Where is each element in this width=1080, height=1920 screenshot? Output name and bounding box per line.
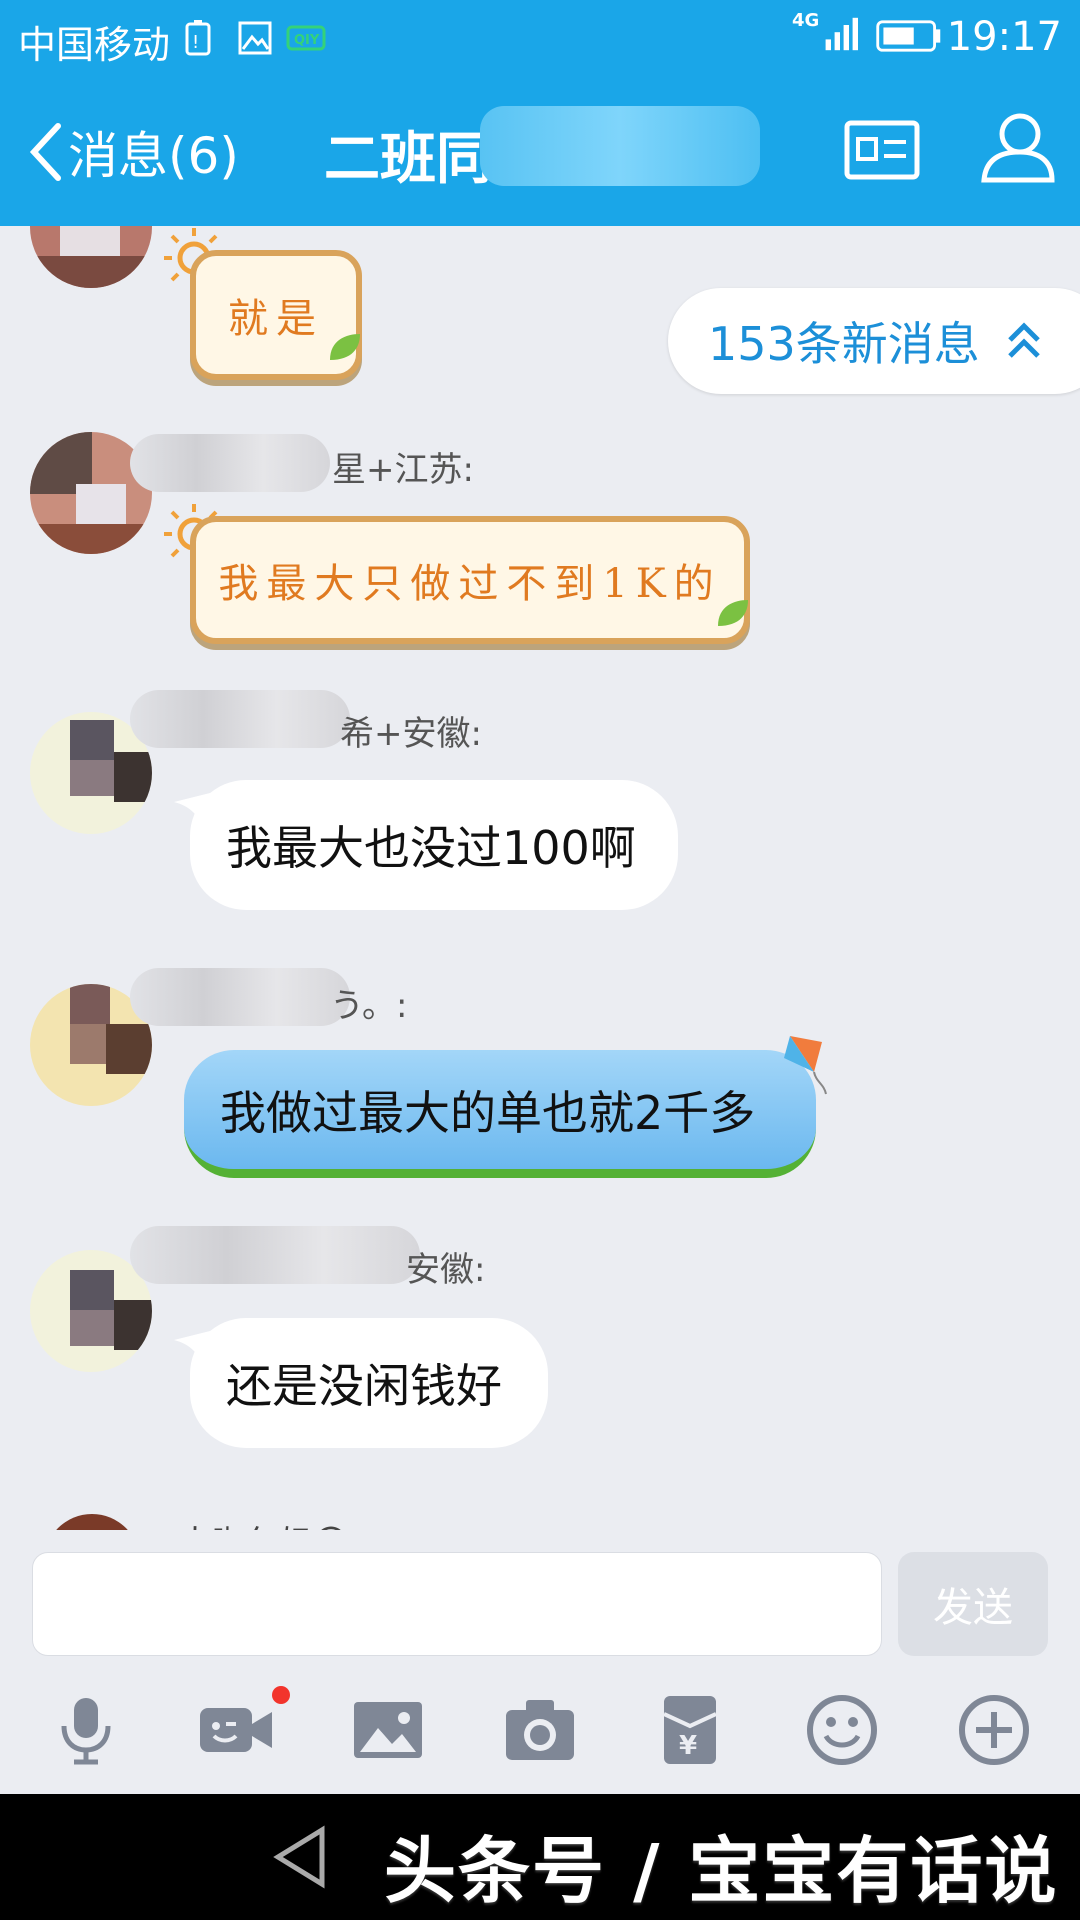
- message-text: 还是没闲钱好: [226, 1359, 502, 1413]
- redacted-name: [130, 690, 350, 748]
- back-button[interactable]: 消息(6): [28, 116, 239, 188]
- new-messages-button[interactable]: 153条新消息: [668, 288, 1080, 394]
- chat-header: 消息(6) 二班同: [0, 76, 1080, 226]
- message-list[interactable]: 就是 153条新消息 星+江苏: 我最大只做过不到1K的 希+安徽: 我最大也没…: [0, 226, 1080, 1530]
- camera-icon: [506, 1700, 574, 1760]
- input-toolbar: ¥: [0, 1660, 1080, 1794]
- notification-dot: [272, 1686, 290, 1704]
- gallery-notification-icon: [238, 21, 272, 55]
- more-button[interactable]: [954, 1690, 1034, 1770]
- plus-icon: [959, 1695, 1029, 1765]
- carrier-label: 中国移动: [18, 23, 171, 67]
- emoji-icon: [807, 1695, 877, 1765]
- red-packet-icon: ¥: [663, 1696, 717, 1764]
- chevron-left-icon: [29, 123, 61, 181]
- sender-name: 星+江苏:: [332, 450, 474, 490]
- message-text: 我最大也没过100啊: [226, 821, 636, 875]
- video-icon: [200, 1708, 272, 1752]
- new-messages-label: 153条新消息: [708, 317, 980, 371]
- triangle-back-icon[interactable]: [270, 1824, 330, 1890]
- watermark: 头条号 / 宝宝有话说: [384, 1829, 1059, 1913]
- input-bar: 发送: [0, 1530, 1080, 1656]
- battery-warning-icon: !: [185, 20, 211, 56]
- back-label: 消息(6): [68, 127, 239, 185]
- sender-name: 大咖包奶〇 :: [178, 1516, 370, 1530]
- leaf-icon: [330, 334, 360, 360]
- svg-text:¥: ¥: [679, 1731, 697, 1761]
- emoji-button[interactable]: [802, 1690, 882, 1770]
- svg-text:!: !: [192, 32, 199, 53]
- sender-name: 希+安徽:: [340, 714, 482, 754]
- photo-button[interactable]: [348, 1690, 428, 1770]
- message-bubble-themed[interactable]: 我做过最大的单也就2千多: [184, 1050, 816, 1178]
- avatar[interactable]: [30, 226, 152, 288]
- redacted-title: [480, 106, 760, 186]
- sender-name: う。:: [330, 986, 408, 1026]
- video-call-button[interactable]: [196, 1690, 276, 1770]
- bubble-tail: [174, 792, 214, 832]
- message-bubble[interactable]: 我最大也没过100啊: [174, 780, 678, 910]
- message-input[interactable]: [32, 1552, 882, 1656]
- signal-icon: [825, 17, 858, 51]
- sender-name: 安徽:: [406, 1250, 486, 1290]
- battery-icon: [876, 20, 941, 52]
- status-bar: 中国移动 ! QIY 4G 19:17: [0, 0, 1080, 76]
- kite-icon: [784, 1036, 827, 1095]
- camera-button[interactable]: [500, 1690, 580, 1770]
- group-card-button[interactable]: [844, 120, 920, 184]
- iqiyi-notification-icon: QIY: [286, 25, 326, 51]
- double-chevron-up-icon: [1008, 322, 1040, 358]
- redacted-name: [130, 434, 330, 492]
- redacted-name: [130, 968, 350, 1026]
- microphone-icon: [61, 1698, 111, 1765]
- profile-icon: [981, 113, 1055, 183]
- page-title: 二班同: [324, 127, 492, 192]
- redacted-name: [130, 1226, 420, 1284]
- image-icon: [354, 1702, 422, 1758]
- svg-text:QIY: QIY: [294, 33, 320, 48]
- message-sticker-bubble[interactable]: 我最大只做过不到1K的: [190, 516, 750, 644]
- bubble-tail: [174, 1330, 214, 1370]
- clock: 19:17: [946, 14, 1062, 60]
- message-text: 我做过最大的单也就2千多: [220, 1085, 756, 1140]
- message-text: 我最大只做过不到1K的: [218, 561, 722, 607]
- send-button[interactable]: 发送: [898, 1552, 1048, 1656]
- red-packet-button[interactable]: ¥: [650, 1690, 730, 1770]
- id-card-icon: [844, 120, 920, 180]
- system-navigation-bar: 头条号 / 宝宝有话说: [0, 1794, 1080, 1920]
- avatar[interactable]: [44, 1514, 140, 1530]
- message-bubble[interactable]: 还是没闲钱好: [174, 1318, 548, 1448]
- leaf-icon: [718, 600, 748, 626]
- group-members-button[interactable]: [976, 106, 1056, 190]
- network-type: 4G: [792, 10, 820, 31]
- voice-button[interactable]: [46, 1690, 126, 1770]
